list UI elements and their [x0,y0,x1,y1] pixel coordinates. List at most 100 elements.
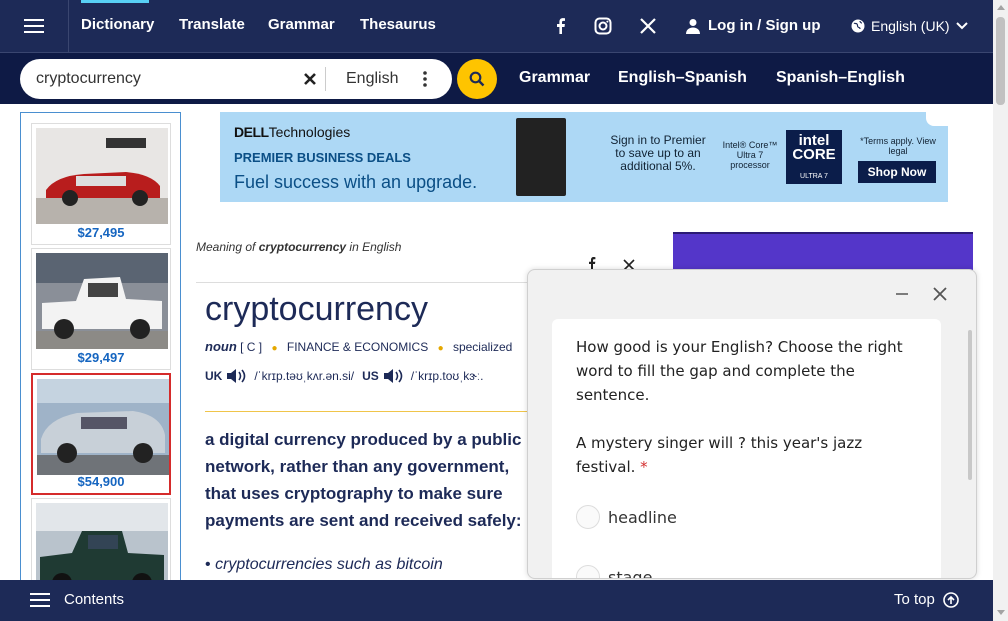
site-language-selector[interactable]: English (UK) [851,0,968,52]
nav-grammar[interactable]: Grammar [268,0,335,52]
meaning-prefix: Meaning of [196,240,259,254]
car-ad-2[interactable]: $29,497 [31,248,171,370]
user-icon [686,19,700,34]
car-photo-red-convertible [36,128,168,224]
car-ads-column: $27,495 $29,497 $54,900 [20,112,181,582]
quiz-option-stage[interactable]: stage [576,565,652,578]
car-ad-3-selected[interactable]: $54,900 [31,373,171,495]
page-scrollbar[interactable] [993,0,1008,621]
top-nav-bar: Dictionary Translate Grammar Thesaurus L… [0,0,993,52]
quick-link-spanish-english[interactable]: Spanish–English [776,53,905,103]
meaning-word: cryptocurrency [258,240,347,254]
adchoices-icon[interactable] [926,112,948,126]
login-signup-link[interactable]: Log in / Sign up [686,0,820,52]
car-price: $29,497 [77,350,125,365]
main-menu-button[interactable] [0,0,69,52]
search-icon [469,71,485,87]
car-photo-green-pickup [36,503,168,581]
uk-ipa: /ˈkrɪp.təʊˌkʌr.ən.si/ [254,369,355,383]
share-facebook-icon[interactable] [586,256,598,270]
ad-brand: DELLTechnologies [234,124,350,140]
bottom-bar: Contents To top [0,580,993,621]
search-button[interactable] [457,59,497,99]
scroll-down-arrow[interactable] [997,610,1005,615]
example-text: cryptocurrencies such as bitcoin [215,556,443,573]
nav-dictionary[interactable]: Dictionary [81,0,154,52]
search-bar-region: English Grammar English–Spanish Spanish–… [0,52,993,104]
uk-speaker-icon[interactable] [226,368,246,384]
us-ipa: /ˈkrɪp.toʊˌkɝː. [410,369,484,383]
globe-icon [851,19,865,33]
quick-link-grammar[interactable]: Grammar [519,53,590,103]
arrow-up-circle-icon [943,592,959,608]
search-input[interactable] [36,59,296,99]
quiz-intro: How good is your English? Choose the rig… [576,338,903,404]
part-of-speech-line: noun [ C ] ● FINANCE & ECONOMICS ● speci… [205,339,512,354]
chevron-down-icon [955,22,968,30]
register-label: specialized [452,340,513,354]
ad-processor-text: Intel® Core™ Ultra 7 processor [722,140,778,170]
radio-button[interactable] [576,565,600,578]
domain-label: FINANCE & ECONOMICS [286,340,429,354]
us-speaker-icon[interactable] [383,368,403,384]
contents-button[interactable]: Contents [30,580,124,620]
nav-thesaurus[interactable]: Thesaurus [360,0,436,52]
x-twitter-icon[interactable] [638,16,658,36]
car-price: $27,495 [77,225,125,240]
radio-button[interactable] [576,505,600,529]
search-divider [325,67,326,91]
quiz-question: A mystery singer will ? this year's jazz… [576,431,926,479]
facebook-icon[interactable] [551,16,571,36]
side-ad-purple[interactable] [673,232,973,272]
to-top-button[interactable]: To top [894,580,959,620]
ad-brand-rest: Technologies [268,124,351,140]
contents-menu-icon [30,593,50,607]
car-photo-silver-sedan [37,379,169,475]
instagram-icon[interactable] [593,16,613,36]
contents-label: Contents [64,591,125,608]
ad-shop-now-button[interactable]: Shop Now [858,161,936,183]
clear-search-icon[interactable] [302,71,318,87]
intel-core-badge: intel CORE ULTRA 7 [786,130,842,184]
divider [196,282,536,283]
definition-text: a digital currency produced by a public … [205,430,522,530]
car-price: $54,900 [77,474,125,489]
option-label: headline [608,507,677,527]
quiz-card: How good is your English? Choose the rig… [552,319,941,578]
example-sentence: • cryptocurrencies such as bitcoin [205,556,443,574]
quick-link-english-spanish[interactable]: English–Spanish [618,53,747,103]
dell-banner-ad[interactable]: DELLTechnologies PREMIER BUSINESS DEALS … [220,112,948,202]
intel-badge-line3: ULTRA 7 [800,173,828,180]
quiz-scrollbar[interactable] [968,330,972,480]
example-bullet: • [205,556,211,573]
bullet-dot: ● [271,343,278,354]
meaning-caption: Meaning of cryptocurrency in English [196,240,401,254]
car-ad-1[interactable]: $27,495 [31,123,171,245]
pronunciation-line: UK /ˈkrɪp.təʊˌkʌr.ən.si/ US /ˈkrɪp.toʊˌk… [205,368,483,384]
ad-tagline: Fuel success with an upgrade. [234,172,478,192]
minimize-icon[interactable] [894,286,910,302]
us-label: US [362,369,379,383]
quiz-option-headline[interactable]: headline [576,505,677,529]
to-top-label: To top [894,591,935,608]
meaning-suffix: in English [346,240,402,254]
login-label: Log in / Sign up [708,17,821,34]
ad-offer-text: Sign in to Premier to save up to an addi… [610,133,706,173]
close-icon[interactable] [932,286,948,302]
scroll-up-arrow[interactable] [997,5,1005,10]
quiz-question-text: A mystery singer will ? this year's jazz… [576,434,863,476]
ad-terms[interactable]: *Terms apply. View legal [860,136,936,156]
hamburger-icon [24,19,44,33]
search-box: English [20,59,452,99]
uk-label: UK [205,369,223,383]
bullet-dot: ● [437,343,444,354]
ad-headline: PREMIER BUSINESS DEALS [234,150,411,165]
required-mark: * [640,458,648,476]
english-quiz-popup: How good is your English? Choose the rig… [527,269,977,579]
nav-translate[interactable]: Translate [179,0,245,52]
dictionary-language-selector[interactable]: English [346,59,398,99]
gold-divider [205,411,535,412]
more-options-icon[interactable] [420,71,430,87]
car-ad-4[interactable] [31,498,171,581]
scrollbar-thumb[interactable] [996,17,1005,105]
